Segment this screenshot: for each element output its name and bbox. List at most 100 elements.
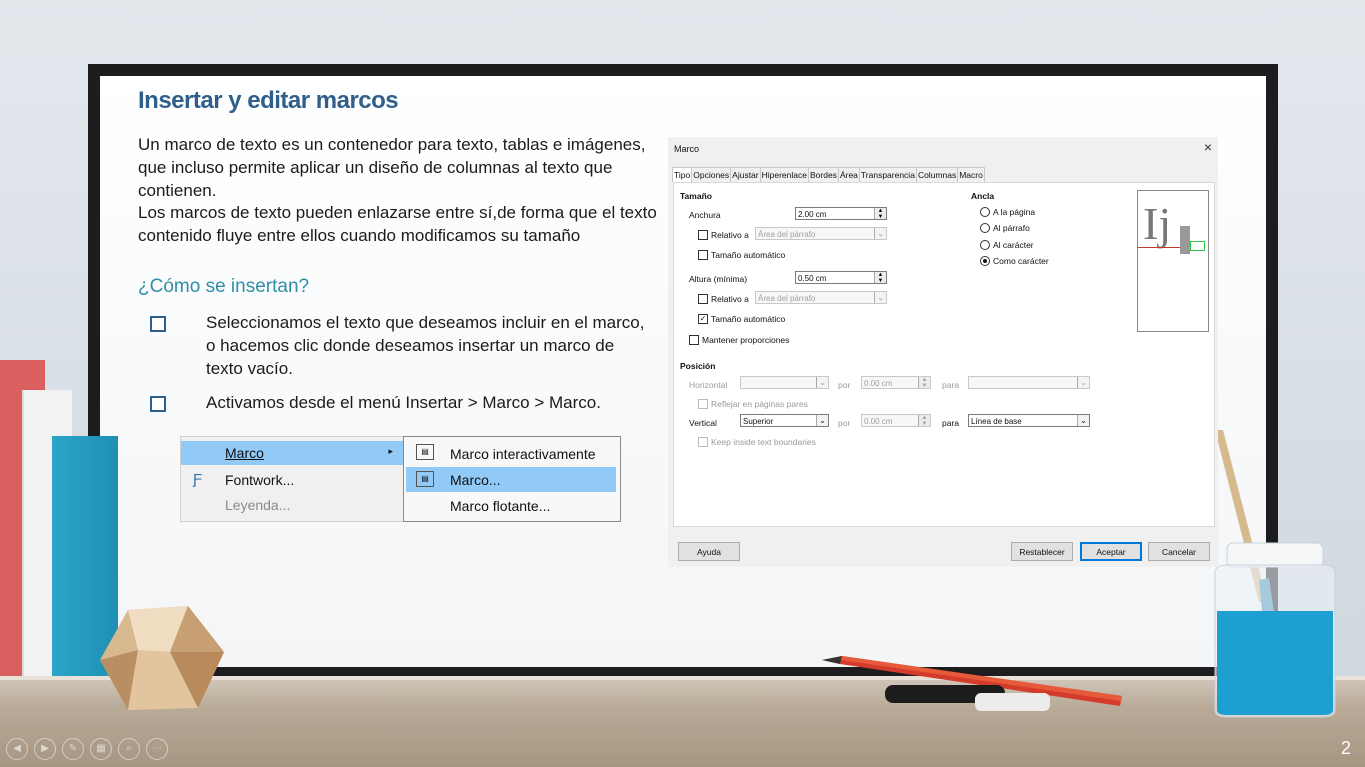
tab-tipo[interactable]: Tipo	[672, 167, 693, 182]
width-field[interactable]: 2.00 cm ▲ ▼	[795, 207, 887, 220]
relative-select[interactable]: Área del párrafo ⌄	[755, 227, 887, 240]
section-subtitle: ¿Cómo se insertan?	[138, 276, 310, 297]
menu-item-label: Marco	[225, 445, 264, 461]
auto-size-checkbox[interactable]	[698, 250, 708, 260]
baseline-line	[1138, 247, 1182, 248]
horizontal-by-field[interactable]: 0.00 cm ▲ ▼	[861, 376, 931, 389]
keep-inside-checkbox[interactable]	[698, 437, 708, 447]
menu-item-marco[interactable]: Marco ▸	[181, 441, 403, 465]
submenu-arrow-icon: ▸	[388, 446, 393, 456]
chevron-down-icon: ⌄	[1077, 377, 1089, 388]
tab-transparencia[interactable]: Transparencia	[858, 167, 917, 182]
horizontal-label: Horizontal	[689, 380, 728, 390]
to-label: para	[942, 380, 960, 390]
tab-macro[interactable]: Macro	[957, 167, 985, 182]
relative2-value: Área del párrafo	[758, 294, 816, 303]
horizontal-select[interactable]: ⌄	[740, 376, 829, 389]
paragraph-intro: Un marco de texto es un contenedor para …	[138, 135, 646, 200]
next-icon[interactable]: ▶	[34, 738, 56, 760]
menu-item-fontwork[interactable]: Ƒ Fontwork...	[181, 469, 403, 491]
submenu-item-marco[interactable]: ▤ Marco...	[406, 467, 616, 492]
horizontal-by-value: 0.00 cm	[864, 379, 893, 388]
anchor-option-label: A la página	[993, 207, 1036, 217]
submenu-item-label: Marco interactivamente	[450, 446, 596, 462]
height-value: 0.50 cm	[798, 274, 827, 283]
menu-item-label: Leyenda...	[225, 497, 291, 513]
fontwork-icon: Ƒ	[193, 471, 203, 488]
chevron-down-icon: ⌄	[874, 228, 886, 239]
spin-icon[interactable]: ▲ ▼	[918, 415, 930, 427]
paragraph-preview	[1190, 241, 1205, 251]
relative-value: Área del párrafo	[758, 230, 816, 239]
paint-jar-icon	[1214, 542, 1336, 718]
tab-ajustar[interactable]: Ajustar	[730, 167, 761, 182]
vertical-to-select[interactable]: Línea de base ⌄	[968, 414, 1090, 427]
slides-icon[interactable]: ▦	[90, 738, 112, 760]
anchor-paragraph-radio[interactable]	[980, 223, 990, 233]
tab-hiperenlace[interactable]: Hiperenlace	[759, 167, 809, 182]
vertical-to-value: Línea de base	[971, 417, 1022, 426]
mirror-label: Reflejar en páginas pares	[711, 399, 808, 409]
keep-inside-label: Keep inside text boundaries	[711, 437, 816, 447]
submenu-item-label: Marco...	[450, 472, 501, 488]
vertical-select[interactable]: Superior ⌄	[740, 414, 829, 427]
preview-text: Ij	[1143, 198, 1172, 249]
chevron-down-icon: ⌄	[816, 415, 828, 426]
dialog-title: Marco	[674, 144, 700, 154]
submenu-item-label: Marco flotante...	[450, 498, 551, 514]
frame-preview	[1180, 226, 1190, 254]
slide-number: 2	[1340, 738, 1351, 758]
width-value: 2.00 cm	[798, 210, 827, 219]
vertical-by-value: 0.00 cm	[864, 417, 893, 426]
anchor-page-radio[interactable]	[980, 207, 990, 217]
submenu-item-interactive[interactable]: ▤ Marco interactivamente	[406, 441, 616, 465]
bullet-item: Activamos desde el menú Insertar > Marco…	[206, 393, 601, 412]
horizontal-to-select[interactable]: ⌄	[968, 376, 1090, 389]
relative2-checkbox[interactable]	[698, 294, 708, 304]
bullet-checkbox-icon	[150, 316, 166, 332]
auto-size-label: Tamaño automático	[711, 250, 786, 260]
by2-label: por	[838, 418, 851, 428]
anchor-option-label: Al párrafo	[993, 223, 1030, 233]
pen-icon[interactable]: ✎	[62, 738, 84, 760]
tab-opciones[interactable]: Opciones	[691, 167, 732, 182]
auto-size2-checkbox[interactable]: ✓	[698, 314, 708, 324]
vertical-by-field[interactable]: 0.00 cm ▲ ▼	[861, 414, 931, 427]
spin-icon[interactable]: ▲ ▼	[874, 208, 886, 220]
height-field[interactable]: 0.50 cm ▲ ▼	[795, 271, 887, 284]
reset-button[interactable]: Restablecer	[1011, 542, 1073, 561]
keep-ratio-checkbox[interactable]	[689, 335, 699, 345]
size-heading: Tamaño	[680, 191, 712, 201]
submenu-item-floating[interactable]: Marco flotante...	[406, 495, 616, 517]
cancel-button[interactable]: Cancelar	[1148, 542, 1210, 561]
menu-item-leyenda[interactable]: Leyenda...	[181, 494, 403, 516]
tab-area[interactable]: Área	[837, 167, 860, 182]
tab-page-tipo: Tamaño Anchura 2.00 cm ▲ ▼ Relativo a Áre…	[673, 182, 1215, 527]
anchor-heading: Ancla	[971, 191, 995, 201]
more-icon[interactable]: ⋯	[146, 738, 168, 760]
tab-bar: Tipo Opciones Ajustar Hiperenlace Bordes Área…	[672, 167, 985, 182]
help-button[interactable]: Ayuda	[678, 542, 740, 561]
close-icon[interactable]: ×	[1204, 139, 1212, 155]
previous-icon[interactable]: ◀	[6, 738, 28, 760]
relative-checkbox[interactable]	[698, 230, 708, 240]
position-heading: Posición	[680, 361, 716, 371]
insert-menu: Marco ▸ Ƒ Fontwork... Leyenda...	[180, 436, 406, 522]
anchor-as-character-radio[interactable]	[980, 256, 990, 266]
anchor-character-radio[interactable]	[980, 240, 990, 250]
width-label: Anchura	[689, 210, 721, 220]
bullet-item: Seleccionamos el texto que deseamos incl…	[206, 313, 645, 378]
height-label: Altura (mínima)	[689, 274, 748, 284]
presentation-nav: ◀ ▶ ✎ ▦ ⌕ ⋯	[6, 738, 174, 760]
tab-columnas[interactable]: Columnas	[915, 167, 959, 182]
relative2-select[interactable]: Área del párrafo ⌄	[755, 291, 887, 304]
ok-button[interactable]: Aceptar	[1080, 542, 1142, 561]
spin-icon[interactable]: ▲ ▼	[918, 377, 930, 389]
zoom-icon[interactable]: ⌕	[118, 738, 140, 760]
tab-bordes[interactable]: Bordes	[808, 167, 839, 182]
spin-icon[interactable]: ▲ ▼	[874, 272, 886, 284]
slide-title: Insertar y editar marcos	[138, 87, 399, 114]
mirror-checkbox[interactable]	[698, 399, 708, 409]
menu-item-label: Fontwork...	[225, 472, 295, 488]
keep-ratio-label: Mantener proporciones	[702, 335, 790, 345]
